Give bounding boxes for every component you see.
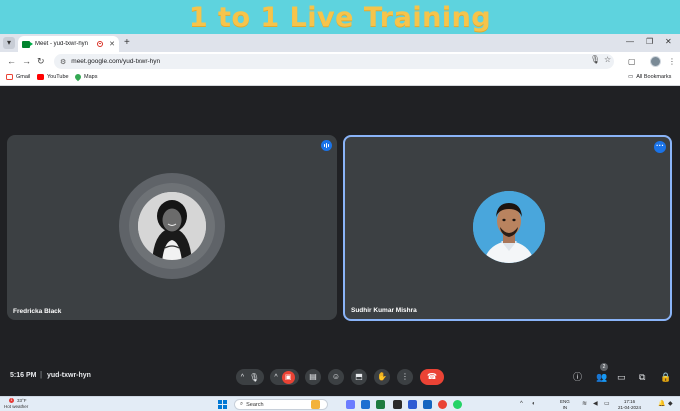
captions-icon: ▤	[309, 372, 317, 381]
training-banner: 1 to 1 Live Training	[0, 0, 680, 34]
meeting-code: yud-txwr-hyn	[47, 372, 91, 379]
app-icon[interactable]	[393, 400, 402, 409]
people-count-badge: 2	[600, 363, 608, 371]
mic-permission-icon[interactable]: 🎙	[590, 55, 600, 64]
weather-desc: Hot weather	[4, 403, 29, 409]
site-info-icon[interactable]: ⚙	[60, 58, 66, 66]
chrome-icon[interactable]	[438, 400, 447, 409]
tab-search-icon[interactable]: ▾	[3, 37, 15, 49]
browser-toolbar: ← → ↻ ⚙ meet.google.com/yud-txwr-hyn 🎙 ☆…	[0, 52, 680, 71]
meet-stage: Fredricka Black ··· Sudhir Kumar Mishra	[0, 86, 680, 396]
present-button[interactable]: ⬒	[351, 369, 367, 385]
ms-store-icon[interactable]	[423, 400, 432, 409]
volume-icon[interactable]: ◀	[593, 400, 598, 408]
end-call-button[interactable]: ☎	[420, 369, 444, 385]
recording-indicator-icon	[97, 41, 104, 47]
reload-icon[interactable]: ↻	[37, 56, 45, 67]
bookmark-youtube[interactable]: YouTube	[37, 74, 69, 80]
excel-icon[interactable]	[376, 400, 385, 409]
hang-up-icon: ☎	[427, 372, 437, 381]
participant-tile-sudhir[interactable]: ··· Sudhir Kumar Mishra	[343, 135, 672, 321]
host-controls-icon[interactable]: 🔒	[660, 372, 671, 382]
meeting-clock: 5:16 PM	[10, 372, 37, 379]
tray-app-icon[interactable]: ◐	[532, 400, 536, 408]
meet-favicon-icon	[22, 40, 33, 48]
captions-button[interactable]: ▤	[305, 369, 321, 385]
profile-avatar[interactable]	[650, 56, 661, 67]
emoji-button[interactable]: ☺	[328, 369, 344, 385]
whatsapp-icon[interactable]	[453, 400, 462, 409]
bookmark-label: Gmail	[16, 74, 31, 80]
windows-start-icon[interactable]	[218, 400, 227, 409]
windows-taskbar: 1 33°F Hot weather ⌕ Search ^ ◐ ENG IN ≋…	[0, 396, 680, 411]
search-icon: ⌕	[240, 401, 244, 407]
present-screen-icon: ⬒	[355, 372, 363, 381]
more-button[interactable]: ⋮	[397, 369, 413, 385]
extensions-icon[interactable]: ▢	[628, 56, 636, 67]
address-bar[interactable]: ⚙ meet.google.com/yud-txwr-hyn	[54, 54, 614, 69]
back-icon[interactable]: ←	[7, 56, 16, 67]
bookmark-label: YouTube	[47, 74, 69, 80]
new-tab-icon[interactable]: +	[124, 37, 130, 49]
restore-icon[interactable]: ❐	[646, 36, 653, 48]
copilot-icon[interactable]: ◆	[668, 400, 673, 408]
forward-icon[interactable]: →	[22, 56, 31, 67]
minimize-icon[interactable]: —	[626, 36, 634, 48]
bookmark-star-icon[interactable]: ☆	[604, 55, 611, 64]
all-bookmarks[interactable]: ▭ All Bookmarks	[628, 74, 671, 80]
chevron-up-icon[interactable]: ^	[274, 374, 277, 381]
battery-icon[interactable]: ▭	[604, 400, 610, 408]
bookmark-gmail[interactable]: Gmail	[6, 74, 30, 80]
microphone-icon: 🎙	[249, 372, 260, 382]
browser-tab-strip: ▾ Meet - yud-txwr-hyn ✕ + — ❐ ✕	[0, 34, 680, 52]
camera-button[interactable]: ^ ▣	[270, 369, 299, 385]
wifi-icon[interactable]: ≋	[582, 400, 587, 408]
browser-menu-icon[interactable]: ⋮	[668, 56, 676, 67]
info-icon[interactable]: ⓘ	[573, 372, 582, 382]
folder-icon: ▭	[628, 74, 634, 80]
taskbar-clock[interactable]: 17:16 21-04-2024	[618, 399, 641, 410]
participant-avatar	[473, 191, 545, 263]
bookmark-label: Maps	[84, 74, 98, 80]
chat-icon[interactable]: ▭	[617, 372, 626, 382]
meeting-separator: |	[40, 370, 43, 379]
bookmarks-bar: Gmail YouTube Maps ▭ All Bookmarks	[0, 71, 680, 86]
microphone-button[interactable]: ^ 🎙	[236, 369, 264, 385]
participant-name: Fredricka Black	[13, 308, 62, 315]
participant-tile-fredricka[interactable]: Fredricka Black	[7, 135, 337, 320]
banner-title: 1 to 1 Live Training	[188, 1, 492, 33]
edge-icon[interactable]	[361, 400, 370, 409]
tray-chevron-icon[interactable]: ^	[520, 400, 523, 408]
camera-off-icon: ▣	[281, 370, 295, 384]
more-options-icon[interactable]: ···	[654, 141, 666, 153]
maps-icon	[73, 72, 83, 82]
task-view-icon[interactable]	[346, 400, 355, 409]
youtube-icon	[37, 74, 44, 80]
ai-app-icon[interactable]	[408, 400, 417, 409]
weather-widget[interactable]: 33°F Hot weather	[4, 398, 28, 409]
notification-icon[interactable]: 🔔	[658, 400, 665, 408]
window-close-icon[interactable]: ✕	[665, 36, 672, 48]
screen: 1 to 1 Live Training ▾ Meet - yud-txwr-h…	[0, 0, 680, 411]
browser-tab-meet[interactable]: Meet - yud-txwr-hyn ✕	[18, 36, 119, 52]
more-vert-icon: ⋮	[401, 372, 409, 381]
participant-name: Sudhir Kumar Mishra	[351, 307, 417, 314]
tab-title: Meet - yud-txwr-hyn	[35, 41, 89, 47]
bookmark-maps[interactable]: Maps	[73, 72, 98, 82]
emoji-icon: ☺	[331, 372, 341, 381]
tab-close-icon[interactable]: ✕	[109, 40, 115, 48]
language-indicator[interactable]: ENG IN	[560, 399, 570, 410]
audio-level-icon	[321, 140, 332, 151]
file-explorer-icon[interactable]	[311, 400, 320, 409]
gmail-icon	[6, 74, 13, 80]
url-text: meet.google.com/yud-txwr-hyn	[71, 58, 161, 65]
activities-icon[interactable]: ⧉	[639, 372, 645, 382]
people-icon[interactable]: 👥	[596, 372, 607, 382]
participant-avatar	[138, 192, 206, 260]
search-label: Search	[246, 401, 264, 408]
chevron-up-icon[interactable]: ^	[241, 374, 244, 381]
raise-hand-icon: ✋	[377, 372, 387, 381]
raise-hand-button[interactable]: ✋	[374, 369, 390, 385]
